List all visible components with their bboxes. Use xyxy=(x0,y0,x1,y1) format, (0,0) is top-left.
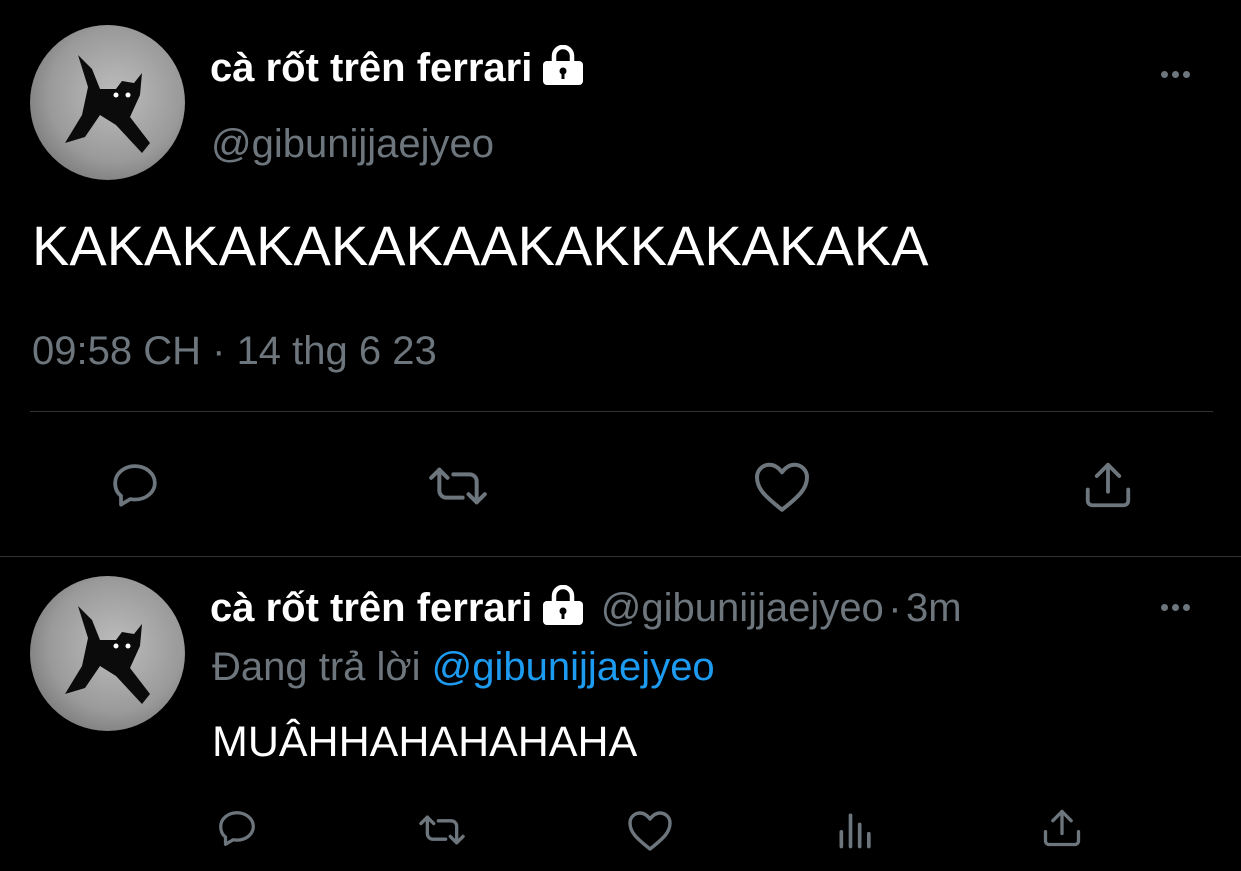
avatar[interactable] xyxy=(30,25,185,180)
tweet-text: KAKAKAKAKAKAAKAKKAKAKAKA xyxy=(32,214,929,277)
reply-handle[interactable]: @gibunijjaejyeo xyxy=(601,586,884,630)
reply-header-row: cà rốt trên ferrari @gibunijjaejyeo · 3m xyxy=(210,584,962,645)
reply-icon[interactable] xyxy=(107,458,163,514)
handle[interactable]: @gibunijjaejyeo xyxy=(211,120,494,168)
reply-text: MUÂHHAHAHAHAHA xyxy=(212,718,638,766)
black-cat-image xyxy=(65,606,150,704)
replying-prefix: Đang trả lời xyxy=(212,645,421,689)
share-icon[interactable] xyxy=(1040,806,1084,850)
like-icon[interactable] xyxy=(752,458,812,514)
reply-display-name[interactable]: cà rốt trên ferrari xyxy=(210,586,532,630)
reply-icon[interactable] xyxy=(214,806,260,852)
reply-more-icon[interactable] xyxy=(1161,604,1190,611)
lock-icon xyxy=(540,44,586,96)
tweet-date[interactable]: 14 thg 6 23 xyxy=(237,329,437,373)
black-cat-image xyxy=(65,55,150,153)
views-icon[interactable] xyxy=(834,808,878,852)
share-icon[interactable] xyxy=(1081,458,1135,512)
more-icon[interactable] xyxy=(1161,71,1190,78)
tweet-time[interactable]: 09:58 CH xyxy=(32,329,201,373)
reply-separator: · xyxy=(888,586,902,630)
timestamp-row: 09:58 CH · 14 thg 6 23 xyxy=(32,327,437,375)
replying-to-row: Đang trả lời @gibunijjaejyeo xyxy=(212,643,715,691)
main-display-name-row: cà rốt trên ferrari xyxy=(210,44,586,96)
section-divider xyxy=(0,556,1241,557)
retweet-icon[interactable] xyxy=(414,808,470,852)
divider xyxy=(30,411,1213,412)
like-icon[interactable] xyxy=(626,808,674,852)
lock-icon xyxy=(540,584,586,645)
retweet-icon[interactable] xyxy=(424,458,492,514)
replying-to-link[interactable]: @gibunijjaejyeo xyxy=(432,645,715,689)
reply-age[interactable]: 3m xyxy=(906,586,962,630)
reply-avatar[interactable] xyxy=(30,576,185,731)
separator: · xyxy=(212,329,226,373)
display-name[interactable]: cà rốt trên ferrari xyxy=(210,46,532,90)
